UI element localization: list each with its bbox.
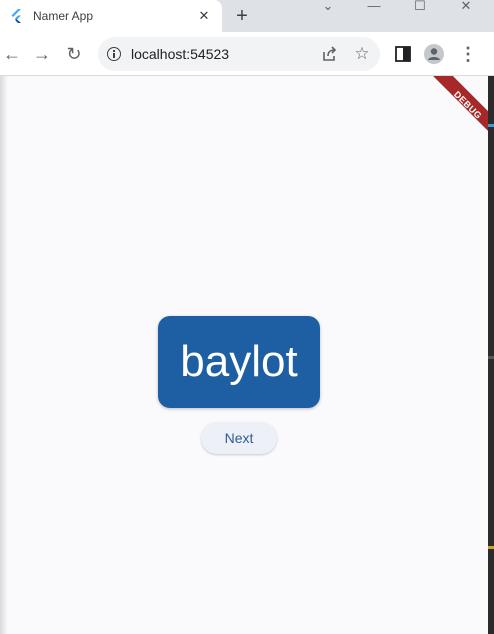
browser-tab[interactable]: Namer App ✕ (0, 0, 222, 32)
next-button[interactable]: Next (201, 422, 277, 454)
tab-search-chevron-icon[interactable]: ⌄ (314, 0, 342, 14)
close-icon[interactable]: ✕ (196, 8, 212, 24)
debug-banner: DEBUG (414, 76, 488, 150)
star-icon[interactable]: ☆ (352, 44, 372, 64)
strip-marker (488, 356, 494, 359)
kebab-menu-icon[interactable]: ⋮ (457, 43, 479, 65)
strip-marker (488, 124, 494, 127)
minimize-icon[interactable]: — (360, 0, 388, 14)
reload-icon[interactable]: ↻ (62, 42, 86, 66)
debug-label: DEBUG (451, 89, 484, 122)
debug-ribbon: DEBUG (431, 76, 488, 142)
share-icon[interactable] (320, 44, 340, 64)
window-shadow (0, 76, 8, 634)
info-icon[interactable] (107, 47, 121, 61)
flutter-icon (11, 9, 21, 23)
back-arrow-icon[interactable]: ← (0, 42, 24, 66)
profile-icon[interactable] (423, 43, 445, 65)
word-pair-card: baylot (158, 316, 320, 408)
forward-arrow-icon[interactable]: → (30, 42, 54, 66)
maximize-icon[interactable]: ☐ (406, 0, 434, 14)
browser-toolbar: ← → ↻ localhost:54523 ☆ ⋮ (0, 32, 494, 76)
tab-strip: Namer App ✕ + ⌄ — ☐ ✕ (0, 0, 494, 32)
side-panel-icon[interactable] (392, 43, 414, 65)
strip-marker (488, 546, 494, 549)
window-close-icon[interactable]: ✕ (452, 0, 480, 14)
plus-icon[interactable]: + (230, 4, 254, 28)
url-text[interactable]: localhost:54523 (131, 46, 229, 62)
address-bar[interactable]: localhost:54523 ☆ (98, 37, 380, 71)
background-window-strip (488, 76, 494, 634)
next-button-label: Next (224, 430, 254, 446)
word-pair-text: baylot (180, 337, 298, 386)
tab-title: Namer App (33, 9, 94, 23)
